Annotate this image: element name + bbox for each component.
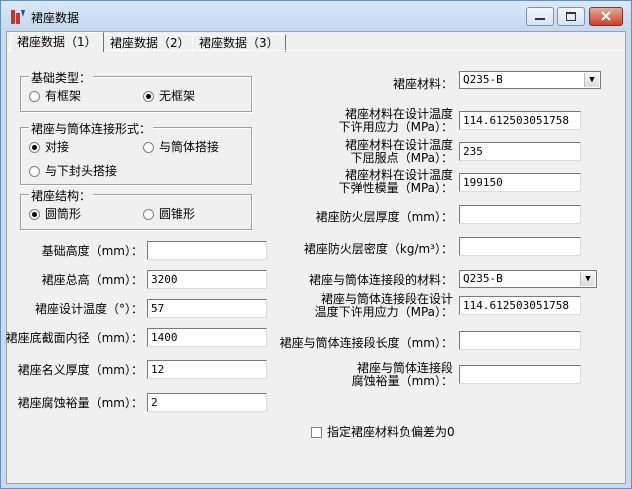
design-temperature-input[interactable]: 57 [147, 299, 267, 318]
connection-length-label: 裙座与筒体连接段长度（mm）： [279, 336, 453, 350]
radio-without-frame-indicator [143, 91, 154, 102]
radio-without-frame-label: 无框架 [159, 89, 196, 103]
bottom-inner-diameter-input[interactable]: 1400 [147, 328, 267, 347]
connection-stress-input[interactable]: 114.612503051758 [459, 296, 581, 315]
minimize-icon [535, 18, 545, 20]
radio-cylindrical-indicator [29, 209, 40, 220]
bottom-inner-diameter-label: 裙座底截面内径（mm）： [5, 331, 143, 345]
connection-material-select[interactable]: Q235-B ▼ [459, 270, 597, 288]
radio-lap-head-indicator [29, 166, 40, 177]
client-area: 裙座数据（1） 裙座数据（2） 裙座数据（3） 基础类型： 有框架 无框架 裙座… [6, 31, 626, 484]
connection-length-input[interactable] [459, 331, 581, 350]
radio-butt-joint[interactable]: 对接 [29, 140, 69, 154]
yield-point-input[interactable]: 235 [459, 142, 581, 161]
tab-panel: 基础类型： 有框架 无框架 裙座与筒体连接形式： 对接 与筒体搭接 与下封头搭接… [5, 50, 625, 484]
connection-type-title: 裙座与筒体连接形式： [29, 120, 154, 137]
allow-stress-label: 裙座材料在设计温度 下许用应力（MPa）： [338, 107, 453, 134]
fireproof-thickness-label: 裙座防火层厚度（mm）： [315, 210, 453, 224]
radio-lap-shell-label: 与筒体搭接 [159, 140, 220, 154]
connection-corrosion-input[interactable] [459, 365, 581, 384]
window-title: 裙座数据 [31, 11, 80, 25]
nominal-thickness-input[interactable]: 12 [147, 360, 267, 379]
radio-with-frame[interactable]: 有框架 [29, 89, 81, 103]
allow-stress-input[interactable]: 114.612503051758 [459, 111, 581, 130]
maximize-button[interactable] [557, 7, 585, 26]
fireproof-density-input[interactable] [459, 237, 581, 256]
radio-lap-shell-indicator [143, 142, 154, 153]
radio-with-frame-label: 有框架 [45, 89, 82, 103]
skirt-total-height-input[interactable]: 3200 [147, 270, 267, 289]
foundation-height-input[interactable] [147, 241, 267, 260]
fireproof-density-label: 裙座防火层密度（kg/m³）： [303, 242, 453, 256]
connection-material-label: 裙座与筒体连接段的材料： [308, 273, 453, 287]
structure-group: 裙座结构： 圆筒形 圆锥形 [20, 187, 252, 230]
radio-butt-joint-indicator [29, 142, 40, 153]
yield-point-label: 裙座材料在设计温度 下屈服点（MPa）： [344, 138, 453, 165]
radio-lap-head[interactable]: 与下封头搭接 [29, 164, 117, 178]
close-icon [601, 11, 611, 21]
radio-butt-joint-label: 对接 [45, 140, 70, 154]
radio-lap-shell[interactable]: 与筒体搭接 [143, 140, 219, 154]
radio-conical-label: 圆锥形 [159, 207, 196, 221]
minimize-button[interactable] [526, 7, 554, 26]
elastic-modulus-input[interactable]: 199150 [459, 173, 581, 192]
close-button[interactable] [589, 7, 623, 26]
main-window: 裙座数据 裙座数据（1） 裙座数据（2） 裙座数据（3） 基础类型： 有框架 无… [0, 0, 632, 489]
corrosion-allowance-input[interactable]: 2 [147, 393, 267, 412]
nominal-thickness-label: 裙座名义厚度（mm）： [17, 363, 143, 377]
connection-stress-label: 裙座与筒体连接段在设计 温度下许用应力（MPa）： [314, 292, 453, 319]
radio-conical[interactable]: 圆锥形 [143, 207, 195, 221]
structure-title: 裙座结构： [29, 187, 94, 204]
radio-without-frame[interactable]: 无框架 [143, 89, 195, 103]
radio-conical-indicator [143, 209, 154, 220]
title-bar[interactable]: 裙座数据 [1, 1, 631, 31]
maximize-icon [566, 12, 576, 21]
connection-material-value: Q235-B [463, 272, 503, 285]
radio-cylindrical[interactable]: 圆筒形 [29, 207, 81, 221]
negative-deviation-checkbox-box [311, 427, 322, 438]
connection-type-group: 裙座与筒体连接形式： 对接 与筒体搭接 与下封头搭接 [20, 120, 252, 185]
skirt-total-height-label: 裙座总高（mm）： [41, 273, 143, 287]
corrosion-allowance-label: 裙座腐蚀裕量（mm）： [17, 396, 143, 410]
skirt-material-select[interactable]: Q235-B ▼ [459, 71, 601, 89]
design-temperature-label: 裙座设计温度（°）： [34, 302, 143, 316]
foundation-type-title: 基础类型： [29, 69, 94, 86]
foundation-type-group: 基础类型： 有框架 无框架 [20, 69, 252, 112]
negative-deviation-checkbox[interactable]: 指定裙座材料负偏差为0 [311, 423, 455, 440]
chevron-down-icon[interactable]: ▼ [584, 73, 599, 87]
elastic-modulus-label: 裙座材料在设计温度 下弹性模量（MPa）： [338, 168, 453, 195]
skirt-material-value: Q235-B [463, 73, 503, 86]
radio-lap-head-label: 与下封头搭接 [45, 164, 118, 178]
negative-deviation-checkbox-label: 指定裙座材料负偏差为0 [327, 425, 455, 439]
foundation-height-label: 基础高度（mm）： [41, 244, 143, 258]
tab-skirt-data-1[interactable]: 裙座数据（1） [10, 32, 104, 52]
radio-cylindrical-label: 圆筒形 [45, 207, 82, 221]
connection-corrosion-label: 裙座与筒体连接段 腐蚀裕量（mm）： [351, 361, 453, 388]
radio-with-frame-indicator [29, 91, 40, 102]
skirt-material-label: 裙座材料： [392, 77, 453, 91]
chevron-down-icon[interactable]: ▼ [580, 272, 595, 286]
app-icon [11, 10, 25, 24]
fireproof-thickness-input[interactable] [459, 205, 581, 224]
